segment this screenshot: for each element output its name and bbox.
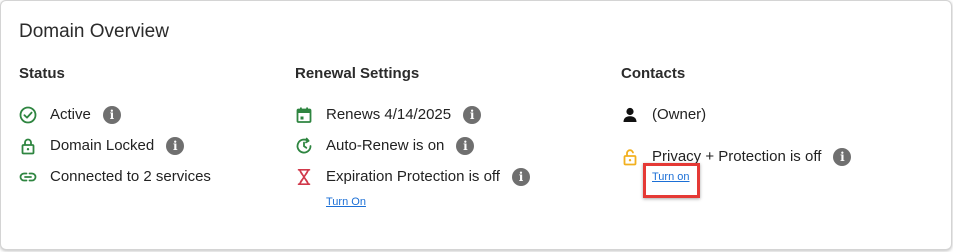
hourglass-icon [295, 168, 313, 186]
info-icon[interactable]: i [456, 136, 475, 155]
status-connected-label[interactable]: Connected to 2 services [50, 168, 211, 185]
status-locked-label: Domain Locked [50, 137, 155, 154]
renewal-column: Renewal Settings Renews 4/14/2025 i Auto… [295, 65, 530, 210]
status-locked-row: Domain Locked i [19, 130, 211, 161]
status-heading: Status [19, 65, 65, 82]
info-icon[interactable]: i [166, 136, 185, 155]
check-circle-icon [19, 106, 37, 124]
expiration-label: Expiration Protection is off [326, 168, 500, 185]
auto-renew-row: Auto-Renew is on i [295, 130, 530, 161]
card-title: Domain Overview [19, 21, 169, 42]
unlock-icon [621, 148, 639, 166]
lock-icon [19, 137, 37, 155]
status-connected-row: Connected to 2 services [19, 161, 211, 192]
status-column: Status Active i Domain Locked i Connecte… [19, 65, 211, 192]
renews-label: Renews 4/14/2025 [326, 106, 452, 123]
contacts-column: Contacts (Owner) Privacy + Protection is… [621, 65, 852, 172]
expiration-row: Expiration Protection is off i [295, 161, 530, 192]
domain-overview-card: Domain Overview Status Active i Domain L… [0, 0, 952, 250]
status-active-row: Active i [19, 99, 211, 130]
contacts-heading: Contacts [621, 65, 686, 82]
calendar-icon [295, 106, 313, 124]
privacy-turn-on-link[interactable]: Turn on [652, 171, 690, 183]
info-icon[interactable]: i [833, 147, 852, 166]
renews-row: Renews 4/14/2025 i [295, 99, 530, 130]
owner-label[interactable]: (Owner) [652, 106, 706, 123]
link-icon [19, 168, 37, 186]
info-icon[interactable]: i [511, 167, 530, 186]
owner-row: (Owner) [621, 99, 851, 130]
status-active-label: Active [50, 106, 91, 123]
info-icon[interactable]: i [463, 105, 482, 124]
auto-renew-label: Auto-Renew is on [326, 137, 445, 154]
person-icon [621, 106, 639, 124]
renewal-heading: Renewal Settings [295, 65, 420, 82]
expiration-turn-on-link[interactable]: Turn On [326, 196, 366, 208]
info-icon[interactable]: i [102, 105, 121, 124]
auto-renew-icon [295, 137, 313, 155]
